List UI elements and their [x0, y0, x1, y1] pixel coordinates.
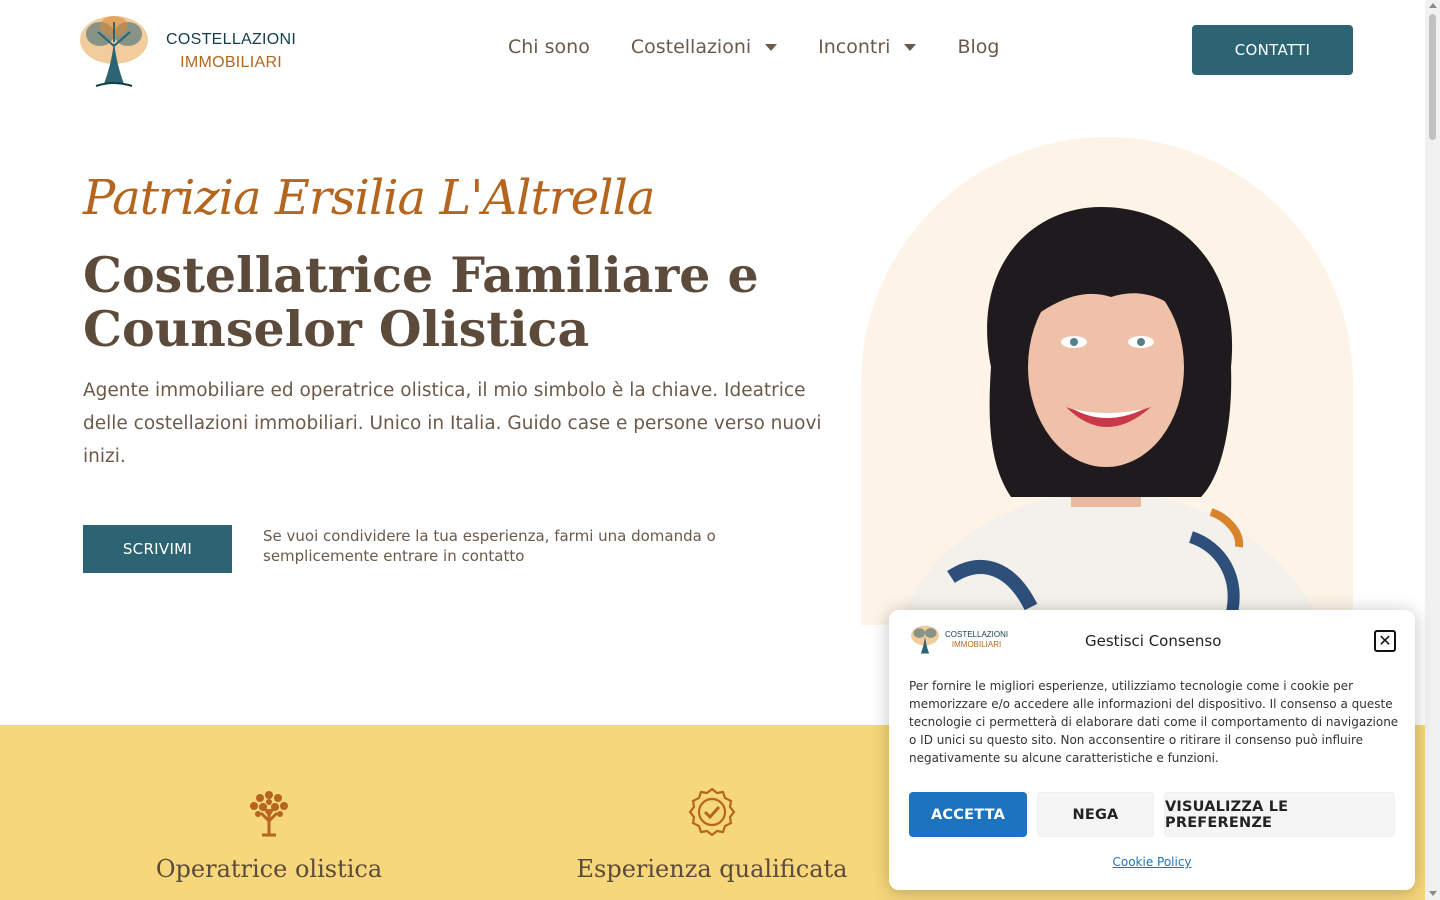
scroll-up-arrow-icon[interactable]: [1429, 3, 1437, 8]
feature-title: Operatrice olistica: [155, 855, 383, 883]
site-header: COSTELLAZIONI IMMOBILIARI Chi sono Coste…: [0, 0, 1425, 100]
site-logo[interactable]: COSTELLAZIONI IMMOBILIARI: [76, 12, 306, 90]
close-icon[interactable]: ✕: [1374, 630, 1396, 652]
cookie-policy-link[interactable]: Cookie Policy: [889, 855, 1395, 869]
tree-of-life-icon: [80, 16, 148, 87]
cookie-logo-line-2: IMMOBILIARI: [951, 640, 1002, 649]
feature-operatrice: Operatrice olistica: [120, 787, 418, 883]
nav-item-incontri[interactable]: Incontri: [818, 36, 917, 58]
cookie-logo: COSTELLAZIONI IMMOBILIARI: [909, 624, 1008, 656]
page-scrollbar[interactable]: [1425, 0, 1440, 900]
nav-item-label: Blog: [957, 36, 1000, 58]
nav-item-chi-sono[interactable]: Chi sono: [508, 36, 590, 58]
badge-check-icon: [688, 787, 736, 837]
logo-line-1: COSTELLAZIONI: [166, 31, 297, 48]
portrait-photo: [861, 137, 1353, 625]
caret-down-icon: [765, 43, 778, 51]
cookie-consent-dialog: COSTELLAZIONI IMMOBILIARI Gestisci Conse…: [889, 610, 1415, 890]
write-me-button[interactable]: SCRIVIMI: [83, 525, 232, 573]
main-nav: Chi sono Costellazioni Incontri Blog: [508, 36, 1040, 58]
logo-text: COSTELLAZIONI IMMOBILIARI: [166, 28, 296, 74]
cookie-logo-line-1: COSTELLAZIONI: [945, 630, 1009, 639]
nav-item-label: Costellazioni: [630, 36, 752, 58]
cookie-logo-text: COSTELLAZIONI IMMOBILIARI: [945, 630, 1008, 650]
nav-item-label: Incontri: [818, 36, 891, 58]
nav-item-blog[interactable]: Blog: [957, 36, 999, 58]
contact-button[interactable]: CONTATTI: [1192, 25, 1353, 75]
accept-cookies-button[interactable]: ACCETTA: [909, 792, 1027, 837]
logo-line-2: IMMOBILIARI: [180, 54, 283, 71]
feature-title: Esperienza qualificata: [576, 855, 848, 883]
hero-name: Patrizia Ersilia L'Altrella: [83, 170, 655, 226]
nav-item-costellazioni[interactable]: Costellazioni: [630, 36, 778, 58]
tree-of-life-icon: [911, 625, 939, 654]
view-preferences-button[interactable]: VISUALIZZA LE PREFERENZE: [1164, 792, 1395, 837]
cookie-dialog-title: Gestisci Consenso: [1085, 632, 1222, 650]
caret-down-icon: [904, 43, 917, 51]
tree-icon: [250, 791, 288, 837]
scroll-down-arrow-icon[interactable]: [1429, 891, 1437, 896]
hero-intro: Agente immobiliare ed operatrice olistic…: [83, 380, 822, 467]
deny-cookies-button[interactable]: NEGA: [1037, 792, 1154, 837]
nav-item-label: Chi sono: [508, 36, 590, 58]
cookie-dialog-text: Per fornire le migliori esperienze, util…: [909, 679, 1399, 765]
hero-headline: Costellatrice Familiare e Counselor Olis…: [83, 246, 759, 358]
portrait-illustration: [901, 207, 1321, 625]
feature-esperienza: Esperienza qualificata: [563, 787, 861, 883]
write-me-note: Se vuoi condividere la tua esperienza, f…: [263, 527, 716, 565]
scrollbar-thumb[interactable]: [1429, 14, 1436, 140]
